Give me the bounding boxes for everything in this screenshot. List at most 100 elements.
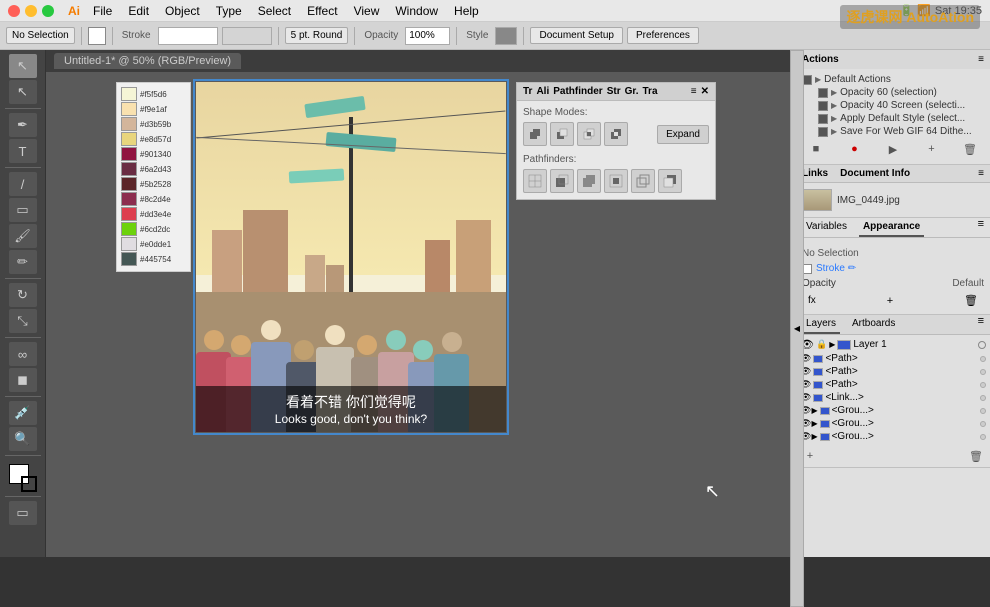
menu-window[interactable]: Window [388,2,445,20]
swatch-8[interactable] [121,192,137,206]
pathfinder-tab-gr[interactable]: Gr. [625,86,639,97]
default-actions-triangle[interactable]: ▶ [815,75,821,84]
fx-label[interactable]: fx [808,295,816,306]
sub-7-triangle[interactable]: ▶ [811,432,817,441]
screen-mode-tool[interactable]: ▭ [9,501,37,525]
rectangle-tool[interactable]: ▭ [9,198,37,222]
swatch-11[interactable] [121,237,137,251]
swatch-1[interactable] [121,87,137,101]
style-swatch[interactable] [495,27,517,45]
sub-5-triangle[interactable]: ▶ [811,406,817,415]
stroke-input[interactable] [158,27,218,45]
pathfinder-tab-ali[interactable]: Ali [536,86,549,97]
swatch-6[interactable] [121,162,137,176]
eyedropper-tool[interactable]: 💉 [9,401,37,425]
blend-tool[interactable]: ∞ [9,342,37,366]
brush-tool[interactable]: 🖌 [9,224,37,248]
stop-button[interactable]: ■ [808,141,824,157]
pathfinder-tab-tr[interactable]: Tr [523,86,532,97]
pencil-tool[interactable]: ✏ [9,250,37,274]
outline-button[interactable] [631,169,655,193]
new-appearance-button[interactable]: + [887,295,893,307]
sub-layer-path-3[interactable]: 👁 <Path> [798,378,988,391]
stroke-swatch[interactable] [21,476,37,492]
artboards-tab[interactable]: Artboards [848,315,899,334]
menu-select[interactable]: Select [251,2,298,20]
action-2-triangle[interactable]: ▶ [831,101,837,110]
rotate-tool[interactable]: ↻ [9,283,37,307]
menu-edit[interactable]: Edit [121,2,156,20]
selection-tool[interactable]: ↖ [9,54,37,78]
gradient-tool[interactable]: ◼ [9,368,37,392]
delete-action-button[interactable]: 🗑 [962,141,978,157]
zoom-tool[interactable]: 🔍 [9,427,37,451]
pathfinder-tab-str[interactable]: Str [607,86,621,97]
crop-button[interactable] [604,169,628,193]
swatch-3[interactable] [121,117,137,131]
swatch-9[interactable] [121,207,137,221]
play-button[interactable]: ▶ [885,141,901,157]
divide-button[interactable] [523,169,547,193]
swatch-2[interactable] [121,102,137,116]
scale-tool[interactable]: ⤡ [9,309,37,333]
menu-type[interactable]: Type [209,2,249,20]
swatch-4[interactable] [121,132,137,146]
action-2-check[interactable] [818,101,828,111]
variables-tab[interactable]: Variables [802,218,851,237]
menu-help[interactable]: Help [447,2,486,20]
swatch-5[interactable] [121,147,137,161]
canvas-tab[interactable]: Untitled-1* @ 50% (RGB/Preview) [54,53,241,69]
type-tool[interactable]: T [9,139,37,163]
new-action-button[interactable]: + [924,141,940,157]
doc-info-tab[interactable]: Document Info [840,168,910,179]
pathfinder-tab-tra[interactable]: Tra [643,86,658,97]
pathfinder-close-icon[interactable]: ✕ [701,86,709,97]
delete-appearance-button[interactable]: 🗑 [964,294,978,307]
layer-1-row[interactable]: 👁 🔒 ▶ Layer 1 [798,337,988,352]
preferences-button[interactable]: Preferences [627,27,699,44]
expand-button[interactable]: Expand [657,125,709,144]
action-1-triangle[interactable]: ▶ [831,88,837,97]
new-layer-button[interactable]: + [802,448,818,464]
delete-layer-button[interactable]: 🗑 [968,448,984,464]
layers-tab[interactable]: Layers [802,315,840,334]
panel-toggle[interactable]: ◀ [795,50,804,557]
document-setup-button[interactable]: Document Setup [530,27,623,44]
swatch-10[interactable] [121,222,137,236]
appearance-options-icon[interactable]: ≡ [978,218,984,237]
swatch-12[interactable] [121,252,137,266]
minimize-button[interactable] [25,5,37,17]
sub-layer-group-2[interactable]: 👁 ▶ <Grou...> [798,417,988,430]
menu-view[interactable]: View [347,2,387,20]
stroke-edit-icon[interactable]: ✏ [848,263,856,274]
layer-1-lock[interactable]: 🔒 [816,339,827,350]
stroke-color-swatch[interactable] [222,27,272,45]
merge-button[interactable] [577,169,601,193]
layers-options-icon[interactable]: ≡ [978,315,984,334]
sub-6-triangle[interactable]: ▶ [811,419,817,428]
menu-file[interactable]: File [86,2,119,20]
exclude-button[interactable] [604,122,628,146]
action-3-triangle[interactable]: ▶ [831,114,837,123]
intersect-button[interactable] [577,122,601,146]
sub-layer-group-1[interactable]: 👁 ▶ <Grou...> [798,404,988,417]
opacity-input[interactable] [405,27,450,45]
sub-layer-group-3[interactable]: 👁 ▶ <Grou...> [798,430,988,443]
unite-button[interactable] [523,122,547,146]
pathfinder-options-icon[interactable]: ≡ [691,86,697,97]
brush-size-selector[interactable]: 5 pt. Round [285,27,349,44]
minus-front-button[interactable] [550,122,574,146]
pen-tool[interactable]: ✒ [9,113,37,137]
appearance-tab[interactable]: Appearance [859,218,924,237]
layer-1-expand[interactable]: ▶ [829,340,835,349]
sub-layer-path-2[interactable]: 👁 <Path> [798,365,988,378]
action-3-check[interactable] [818,114,828,124]
menu-object[interactable]: Object [158,2,207,20]
line-tool[interactable]: / [9,172,37,196]
links-tab[interactable]: Links [802,168,828,179]
minus-back-button[interactable] [658,169,682,193]
artwork-illustration[interactable]: 看着不错 你们觉得呢 Looks good, don't you think? [196,82,506,432]
actions-header[interactable]: Actions ≡ [796,50,990,69]
pathfinder-tab-active[interactable]: Pathfinder [553,86,602,97]
close-button[interactable] [8,5,20,17]
